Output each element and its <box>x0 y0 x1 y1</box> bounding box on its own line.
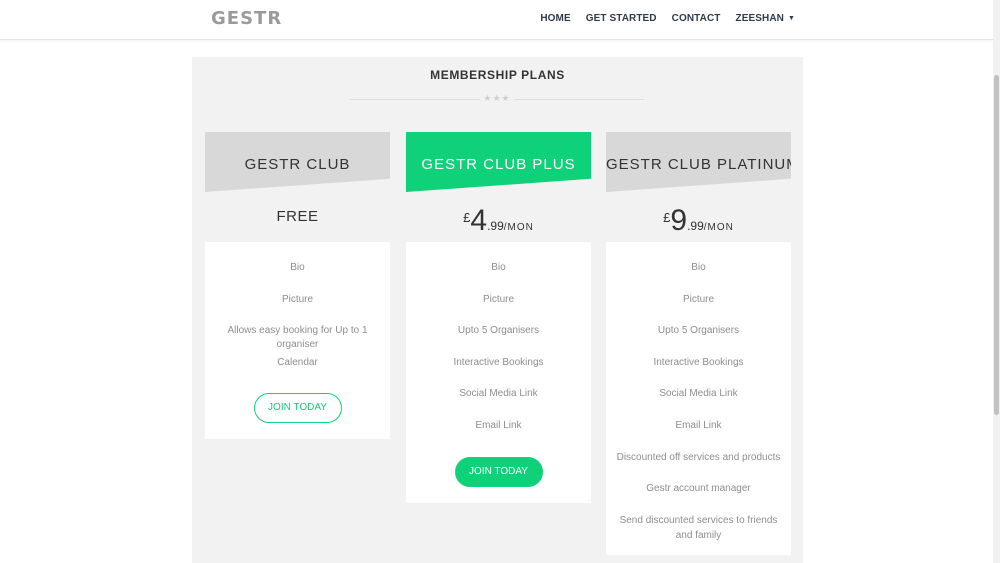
feature-item: Picture <box>682 293 715 305</box>
user-name: ZEESHAN <box>735 13 784 24</box>
nav-home[interactable]: HOME <box>540 13 570 24</box>
plan-name: GESTR CLUB PLATINUM <box>606 156 800 173</box>
top-navbar: GESTR HOME GET STARTED CONTACT ZEESHAN ▼ <box>0 0 993 40</box>
divider-line-left <box>350 99 480 100</box>
plan-price-area: £9.99/MON <box>606 192 791 242</box>
join-today-button[interactable]: JOIN TODAY <box>454 456 543 487</box>
feature-item: Interactive Bookings <box>653 356 744 368</box>
feature-item: Interactive Bookings <box>453 356 544 368</box>
feature-item: Send discounted services to friends and … <box>619 514 778 541</box>
feature-item: Upto 5 Organisers <box>457 325 540 337</box>
membership-section: MEMBERSHIP PLANS ★★★ GESTR CLUB FREE Bio… <box>192 57 803 563</box>
nav-contact[interactable]: CONTACT <box>672 13 721 24</box>
divider-line-right <box>514 99 644 100</box>
price-amount: 9 <box>670 204 688 237</box>
scrollbar-thumb[interactable] <box>994 75 999 415</box>
feature-item: Discounted off services and products <box>616 451 781 463</box>
feature-item: Gestr account manager <box>646 483 751 495</box>
feature-item: Email Link <box>675 419 722 431</box>
brand-logo[interactable]: GESTR <box>211 8 282 29</box>
join-today-button[interactable]: JOIN TODAY <box>253 393 342 424</box>
plan-card-club: GESTR CLUB FREE Bio Picture Allows easy … <box>205 132 390 440</box>
plan-price-area: FREE <box>205 192 390 242</box>
plan-header: GESTR CLUB <box>205 132 390 192</box>
price-amount: 4 <box>470 204 488 237</box>
plan-price: £4.99/MON <box>406 204 591 238</box>
feature-item: Calendar <box>277 356 318 368</box>
feature-item: Social Media Link <box>459 388 538 400</box>
plan-header: GESTR CLUB PLUS <box>406 132 591 192</box>
plan-header: GESTR CLUB PLATINUM <box>606 132 791 192</box>
price-period: /MON <box>703 222 734 233</box>
nav-get-started[interactable]: GET STARTED <box>586 13 657 24</box>
title-divider: ★★★ <box>350 93 644 106</box>
star-icons: ★★★ <box>483 93 511 103</box>
feature-item: Bio <box>491 262 506 273</box>
price-currency: £ <box>663 210 671 225</box>
price-decimals: .99 <box>687 219 704 233</box>
page-scrollbar[interactable] <box>993 0 1000 563</box>
section-title: MEMBERSHIP PLANS <box>430 68 565 82</box>
plan-features: Bio Picture Upto 5 Organisers Interactiv… <box>606 242 791 555</box>
price-period: /MON <box>503 222 534 233</box>
plan-features: Bio Picture Upto 5 Organisers Interactiv… <box>406 242 591 503</box>
price-decimals: .99 <box>487 219 504 233</box>
plan-price-area: £4.99/MON <box>406 192 591 242</box>
price-currency: £ <box>463 210 471 225</box>
feature-item: Email Link <box>475 419 522 431</box>
feature-item: Picture <box>281 293 314 305</box>
plan-name: GESTR CLUB PLUS <box>421 156 576 173</box>
plan-price: £9.99/MON <box>606 204 791 238</box>
plan-card-club-plus: GESTR CLUB PLUS £4.99/MON Bio Picture Up… <box>406 132 591 503</box>
plan-features: Bio Picture Allows easy booking for Up t… <box>205 242 390 440</box>
feature-item: Picture <box>482 293 515 305</box>
user-menu[interactable]: ZEESHAN ▼ <box>735 13 795 24</box>
feature-item: Social Media Link <box>659 388 738 400</box>
caret-down-icon: ▼ <box>787 14 795 22</box>
plan-name: GESTR CLUB <box>244 156 351 173</box>
plan-price: FREE <box>276 208 319 225</box>
feature-item: Bio <box>691 262 706 273</box>
plan-card-club-platinum: GESTR CLUB PLATINUM £9.99/MON Bio Pictur… <box>606 132 791 555</box>
feature-item: Upto 5 Organisers <box>657 325 740 337</box>
main-nav: HOME GET STARTED CONTACT ZEESHAN ▼ <box>540 13 795 24</box>
feature-item: Allows easy booking for Up to 1 organise… <box>227 325 368 351</box>
feature-item: Bio <box>290 262 305 273</box>
